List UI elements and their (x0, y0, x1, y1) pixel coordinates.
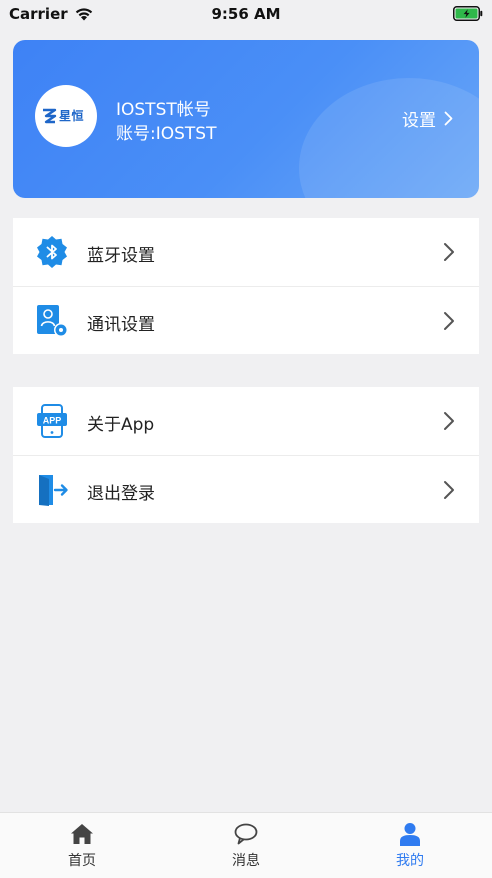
home-icon (71, 824, 93, 844)
battery-charging-icon (453, 6, 483, 21)
menu-item-label: 退出登录 (87, 484, 155, 504)
bluetooth-gear-icon (35, 235, 69, 269)
settings-button[interactable]: 设置 (402, 106, 453, 131)
chevron-right-icon (444, 111, 453, 126)
menu-item-bluetooth-settings[interactable]: 蓝牙设置 (13, 218, 479, 286)
menu-item-label: 蓝牙设置 (87, 246, 155, 266)
company-logo-text: 星恒 (59, 109, 85, 123)
chevron-right-icon (444, 412, 454, 430)
tab-bar: 首页 消息 我的 (0, 812, 492, 878)
menu-item-label: 通讯设置 (87, 315, 155, 335)
settings-menu-group: 蓝牙设置 通讯设置 (13, 218, 479, 354)
logout-door-icon (35, 473, 69, 507)
chevron-right-icon (444, 312, 454, 330)
menu-item-communication-settings[interactable]: 通讯设置 (13, 286, 479, 354)
app-phone-icon: APP (35, 404, 69, 438)
svg-text:APP: APP (43, 416, 62, 426)
clock: 9:56 AM (211, 5, 281, 23)
profile-icon (400, 823, 420, 846)
app-menu-group: APP 关于App 退出登录 (13, 387, 479, 523)
avatar[interactable]: 星恒 (35, 85, 97, 147)
profile-card: 星恒 IOSTST帐号 账号:IOSTST 设置 (13, 40, 479, 198)
account-id: 账号:IOSTST (116, 124, 217, 144)
status-bar: Carrier 9:56 AM (0, 0, 492, 30)
menu-item-about-app[interactable]: APP 关于App (13, 387, 479, 455)
menu-item-logout[interactable]: 退出登录 (13, 455, 479, 523)
tab-home[interactable]: 首页 (0, 813, 164, 878)
settings-label: 设置 (402, 111, 436, 131)
user-settings-icon (35, 304, 69, 338)
tab-label: 我的 (396, 853, 424, 869)
menu-item-label: 关于App (87, 415, 155, 435)
card-decoration (299, 78, 479, 198)
tab-profile[interactable]: 我的 (328, 813, 492, 878)
tab-label: 首页 (68, 853, 96, 869)
account-title: IOSTST帐号 (116, 100, 211, 120)
chevron-right-icon (444, 243, 454, 261)
chevron-right-icon (444, 481, 454, 499)
tab-label: 消息 (232, 853, 260, 869)
chat-bubble-icon (234, 823, 258, 845)
tab-messages[interactable]: 消息 (164, 813, 328, 878)
